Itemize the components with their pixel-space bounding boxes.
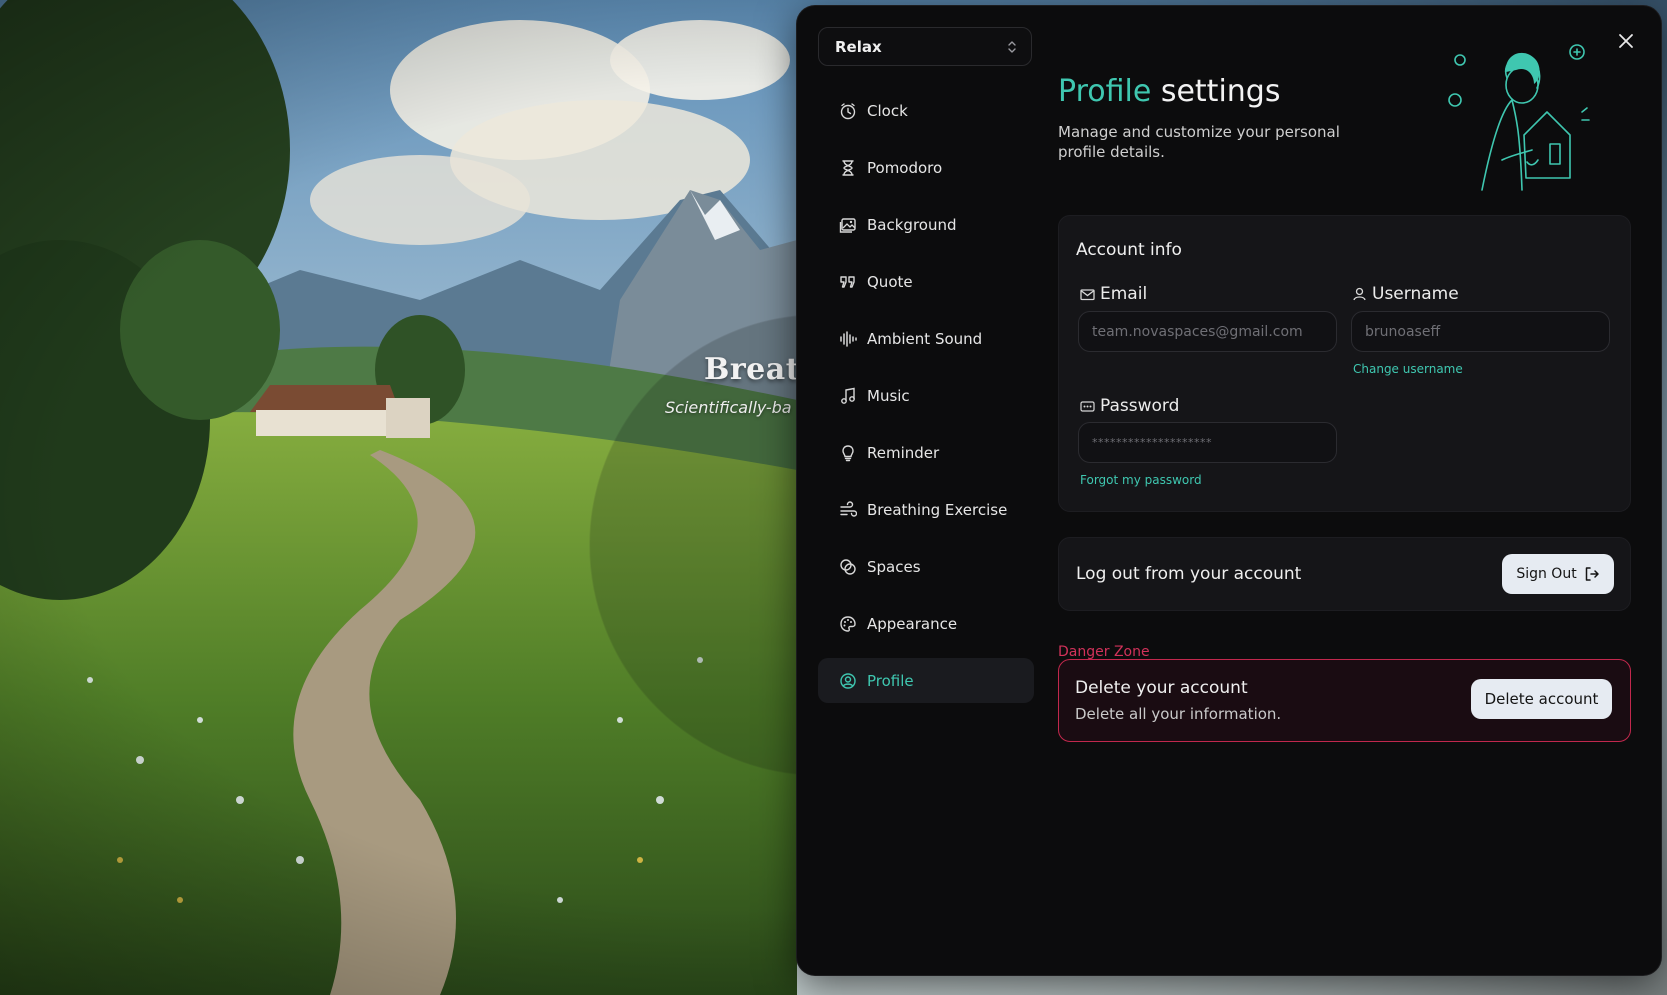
page-description: Manage and customize your personal profi… [1058,123,1340,161]
danger-zone-card: Delete your account Delete all your info… [1058,659,1631,742]
sidebar-item-profile[interactable]: Profile [818,658,1034,703]
password-label: Password [1080,396,1179,416]
email-label: Email [1080,284,1147,304]
sign-out-icon [1585,567,1599,581]
sidebar-item-quote[interactable]: Quote [818,259,1034,304]
username-input[interactable]: brunoaseff [1351,311,1610,352]
account-info-title: Account info [1076,240,1182,260]
page-title: Profile settings [1058,74,1280,109]
username-label: Username [1352,284,1459,304]
hourglass-icon [842,159,854,176]
sidebar-item-breathing-exercise[interactable]: Breathing Exercise [818,487,1034,532]
sidebar-item-reminder[interactable]: Reminder [818,430,1034,475]
quote-icon [840,275,855,288]
password-value: ******************** [1092,436,1212,449]
username-placeholder: brunoaseff [1365,323,1441,340]
sidebar-item-label: Reminder [867,443,940,462]
password-input[interactable]: ******************** [1078,422,1337,463]
sidebar-item-pomodoro[interactable]: Pomodoro [818,145,1034,190]
breathing-subtitle: Scientifically-ba [665,398,792,417]
sign-out-label: Sign Out [1516,566,1577,582]
sidebar-item-label: Ambient Sound [867,329,983,348]
page-title-accent: Profile [1058,74,1152,109]
sidebar-item-label: Quote [867,272,913,291]
forgot-password-link[interactable]: Forgot my password [1080,473,1202,487]
sidebar-item-music[interactable]: Music [818,373,1034,418]
logout-text: Log out from your account [1076,564,1302,584]
chevron-up-down-icon [1008,40,1016,53]
palette-icon [840,615,856,632]
sidebar-item-clock[interactable]: Clock [818,88,1034,133]
delete-account-button[interactable]: Delete account [1471,679,1612,719]
mail-icon [1080,288,1095,300]
sidebar-item-label: Appearance [867,614,958,633]
space-select-value: Relax [835,37,882,56]
sound-wave-icon [840,330,857,347]
danger-zone-label: Danger Zone [1058,644,1150,660]
account-info-card: Account info Email team.novaspaces@gmail… [1058,215,1631,512]
username-label-text: Username [1372,284,1459,304]
sidebar-item-label: Background [867,215,957,234]
sidebar-item-label: Clock [867,101,908,120]
space-select[interactable]: Relax [818,27,1032,66]
email-placeholder: team.novaspaces@gmail.com [1092,323,1303,340]
password-label-text: Password [1100,396,1180,416]
email-label-text: Email [1100,284,1148,304]
clock-icon [840,102,856,119]
logout-card: Log out from your account Sign Out [1058,537,1631,611]
sidebar-item-label: Pomodoro [867,158,943,177]
lightbulb-icon [842,444,854,461]
image-icon [839,217,856,233]
person-holding-house-illustration [1448,44,1590,191]
delete-account-description: Delete all your information. [1075,705,1282,723]
page-title-rest: settings [1160,74,1281,109]
password-icon [1080,400,1095,412]
email-input[interactable]: team.novaspaces@gmail.com [1078,311,1337,352]
sidebar-item-label: Music [867,386,910,405]
delete-account-title: Delete your account [1075,678,1248,698]
profile-settings-content: Profile settings Manage and customize yo… [1058,6,1634,975]
sidebar-item-label: Profile [867,671,914,690]
wind-icon [840,500,857,517]
user-circle-icon [840,672,856,689]
sidebar-item-label: Spaces [867,557,921,576]
settings-panel: Relax Clock Pomodoro Background Quote Am… [797,6,1661,975]
sidebar-item-appearance[interactable]: Appearance [818,601,1034,646]
sidebar-item-background[interactable]: Background [818,202,1034,247]
change-username-link[interactable]: Change username [1353,362,1463,376]
sidebar-item-label: Breathing Exercise [867,500,1008,519]
sidebar-item-ambient-sound[interactable]: Ambient Sound [818,316,1034,361]
sidebar-nav: Clock Pomodoro Background Quote Ambient … [818,88,1034,715]
music-note-icon [841,387,855,404]
user-icon [1353,287,1366,301]
sign-out-button[interactable]: Sign Out [1502,554,1614,594]
sidebar-item-spaces[interactable]: Spaces [818,544,1034,589]
spaces-icon [840,558,856,575]
